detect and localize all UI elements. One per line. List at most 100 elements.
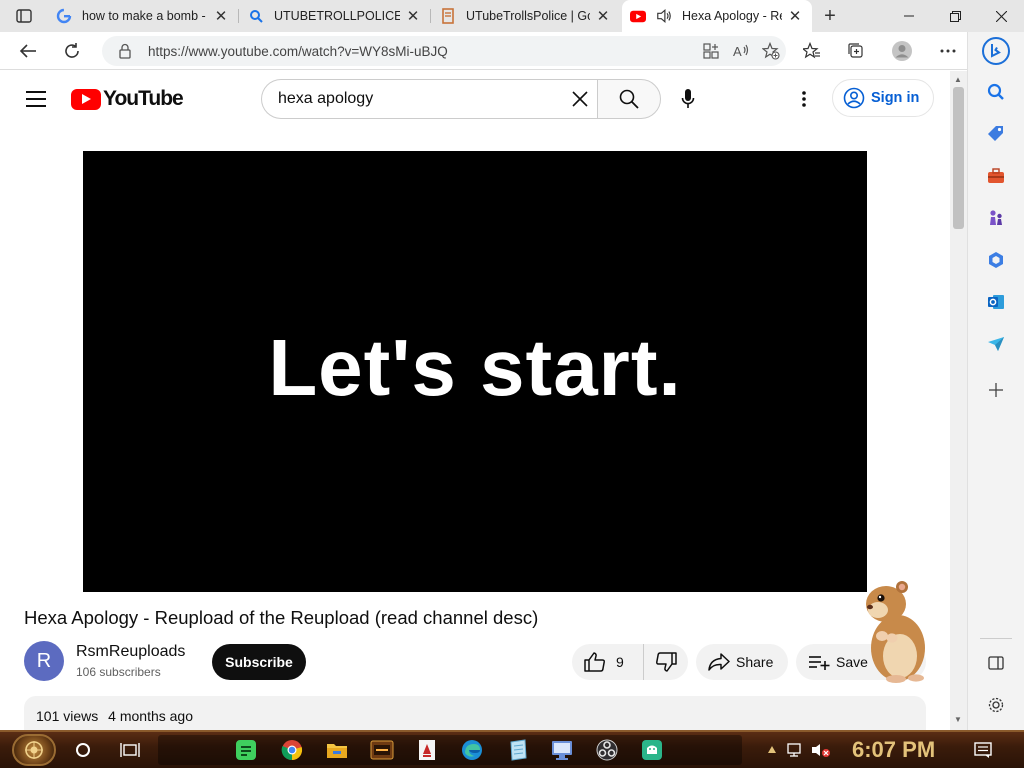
like-button[interactable]: 9 xyxy=(572,644,644,680)
tab-google-search[interactable]: how to make a bomb - ✕ xyxy=(48,2,238,30)
show-hidden-icons-arrow[interactable] xyxy=(762,737,782,763)
close-window-button[interactable] xyxy=(978,0,1024,32)
tab-actions-icon[interactable] xyxy=(8,4,40,28)
share-arrow-icon xyxy=(708,653,730,671)
subscribe-button[interactable]: Subscribe xyxy=(212,644,306,680)
notes-app-icon[interactable] xyxy=(233,737,259,763)
search-query-text[interactable]: hexa apology xyxy=(278,90,562,108)
collections-icon[interactable] xyxy=(842,37,870,65)
description-box[interactable]: 101 views 4 months ago xyxy=(24,696,926,730)
timer-widget-icon[interactable] xyxy=(369,737,395,763)
speaker-icon[interactable] xyxy=(656,8,672,24)
chrome-icon[interactable] xyxy=(279,737,305,763)
sign-in-label: Sign in xyxy=(871,90,920,106)
microsoft365-icon[interactable] xyxy=(984,248,1008,272)
sidebar-settings-gear-icon[interactable] xyxy=(984,693,1008,717)
magnifier-icon xyxy=(619,89,639,109)
profile-avatar-icon[interactable] xyxy=(888,37,916,65)
edge-browser-icon[interactable] xyxy=(459,737,485,763)
sidebar-divider xyxy=(980,638,1012,639)
browser-tab-strip: how to make a bomb - ✕ UTUBETROLLPOLICE2… xyxy=(0,0,1024,32)
youtube-play-icon xyxy=(71,88,101,110)
restore-button[interactable] xyxy=(932,0,978,32)
subscriber-count: 106 subscribers xyxy=(76,665,161,679)
page-scrollbar[interactable]: ▲ ▼ xyxy=(950,71,967,730)
clear-search-icon[interactable] xyxy=(562,81,598,117)
video-player[interactable]: Let's start. xyxy=(83,151,867,592)
settings-more-icon[interactable] xyxy=(934,37,962,65)
cortana-circle-icon[interactable] xyxy=(70,737,96,763)
voice-search-button[interactable] xyxy=(670,81,706,117)
send-drop-icon[interactable] xyxy=(984,332,1008,356)
view-count: 101 views xyxy=(36,708,99,724)
tab-youtube-active[interactable]: Hexa Apology - Re ✕ xyxy=(622,0,812,32)
scroll-up-arrow-icon[interactable]: ▲ xyxy=(954,75,962,84)
refresh-button[interactable] xyxy=(58,37,86,65)
tab-search-results[interactable]: UTUBETROLLPOLICE202 ✕ xyxy=(240,2,430,30)
task-view-icon[interactable] xyxy=(117,737,143,763)
guide-menu-button[interactable] xyxy=(22,85,50,113)
action-center-notifications-icon[interactable] xyxy=(970,737,996,763)
avatar-letter: R xyxy=(36,649,52,672)
new-tab-button[interactable]: + xyxy=(818,4,842,28)
tab-title: how to make a bomb - xyxy=(82,9,206,23)
more-options-icon[interactable] xyxy=(790,85,818,113)
search-icon[interactable] xyxy=(984,80,1008,104)
shopping-tag-icon[interactable] xyxy=(984,122,1008,146)
youtube-header: YouTube hexa apology Sign in xyxy=(0,71,950,127)
bing-chat-icon[interactable] xyxy=(981,36,1011,66)
document-app-icon[interactable] xyxy=(414,737,440,763)
tools-briefcase-icon[interactable] xyxy=(984,164,1008,188)
lock-icon[interactable] xyxy=(118,43,134,59)
tab-divider xyxy=(430,9,431,23)
add-sidebar-app-icon[interactable] xyxy=(984,378,1008,402)
network-disconnected-icon[interactable] xyxy=(786,737,806,763)
notepad-app-icon[interactable] xyxy=(505,737,531,763)
like-count: 9 xyxy=(616,654,624,670)
scroll-down-arrow-icon[interactable]: ▼ xyxy=(954,715,962,724)
minimize-button[interactable] xyxy=(886,0,932,32)
close-tab-icon[interactable]: ✕ xyxy=(212,7,230,25)
add-favorite-icon[interactable] xyxy=(756,37,786,65)
app-available-icon[interactable] xyxy=(696,37,726,65)
svg-text:A: A xyxy=(733,44,742,59)
system-clock[interactable]: 6:07 PM xyxy=(852,737,935,763)
address-bar[interactable]: https://www.youtube.com/watch?v=WY8sMi-u… xyxy=(102,36,786,66)
outlook-icon[interactable] xyxy=(984,290,1008,314)
tab-title: UTubeTrollsPolice | GoA xyxy=(466,9,590,23)
tab-fandom-wiki[interactable]: UTubeTrollsPolice | GoA ✕ xyxy=(432,2,620,30)
youtube-logo[interactable]: YouTube xyxy=(71,87,184,110)
youtube-wordmark: YouTube xyxy=(103,87,184,110)
remote-desktop-icon[interactable] xyxy=(549,737,575,763)
playlist-add-icon xyxy=(809,656,830,670)
sign-in-button[interactable]: Sign in xyxy=(832,79,934,117)
close-tab-icon[interactable]: ✕ xyxy=(786,7,804,25)
android-app-icon[interactable] xyxy=(639,737,665,763)
search-icon xyxy=(248,8,264,24)
close-tab-icon[interactable]: ✕ xyxy=(594,7,612,25)
scrollbar-thumb[interactable] xyxy=(953,87,964,229)
back-button[interactable] xyxy=(14,37,42,65)
hide-sidebar-icon[interactable] xyxy=(984,651,1008,675)
browser-toolbar: https://www.youtube.com/watch?v=WY8sMi-u… xyxy=(0,32,1024,70)
games-icon[interactable] xyxy=(984,206,1008,230)
channel-avatar[interactable]: R xyxy=(24,641,64,681)
search-button[interactable] xyxy=(597,79,661,119)
read-aloud-icon[interactable]: A xyxy=(726,37,756,65)
file-explorer-icon[interactable] xyxy=(324,737,350,763)
fandom-icon xyxy=(440,8,456,24)
dislike-button[interactable] xyxy=(644,644,688,680)
url-text[interactable]: https://www.youtube.com/watch?v=WY8sMi-u… xyxy=(148,44,696,59)
channel-name[interactable]: RsmReuploads xyxy=(76,643,185,661)
hamster-desktop-pet[interactable] xyxy=(858,578,928,684)
steampunk-start-orb-icon xyxy=(25,741,43,759)
favorites-icon[interactable] xyxy=(798,37,826,65)
search-input[interactable]: hexa apology xyxy=(261,79,598,119)
obs-studio-icon[interactable] xyxy=(594,737,620,763)
account-circle-icon xyxy=(843,87,865,109)
volume-muted-icon[interactable] xyxy=(810,737,832,763)
start-button[interactable] xyxy=(12,734,56,766)
close-tab-icon[interactable]: ✕ xyxy=(404,7,422,25)
share-button[interactable]: Share xyxy=(696,644,788,680)
video-title: Hexa Apology - Reupload of the Reupload … xyxy=(24,607,539,628)
